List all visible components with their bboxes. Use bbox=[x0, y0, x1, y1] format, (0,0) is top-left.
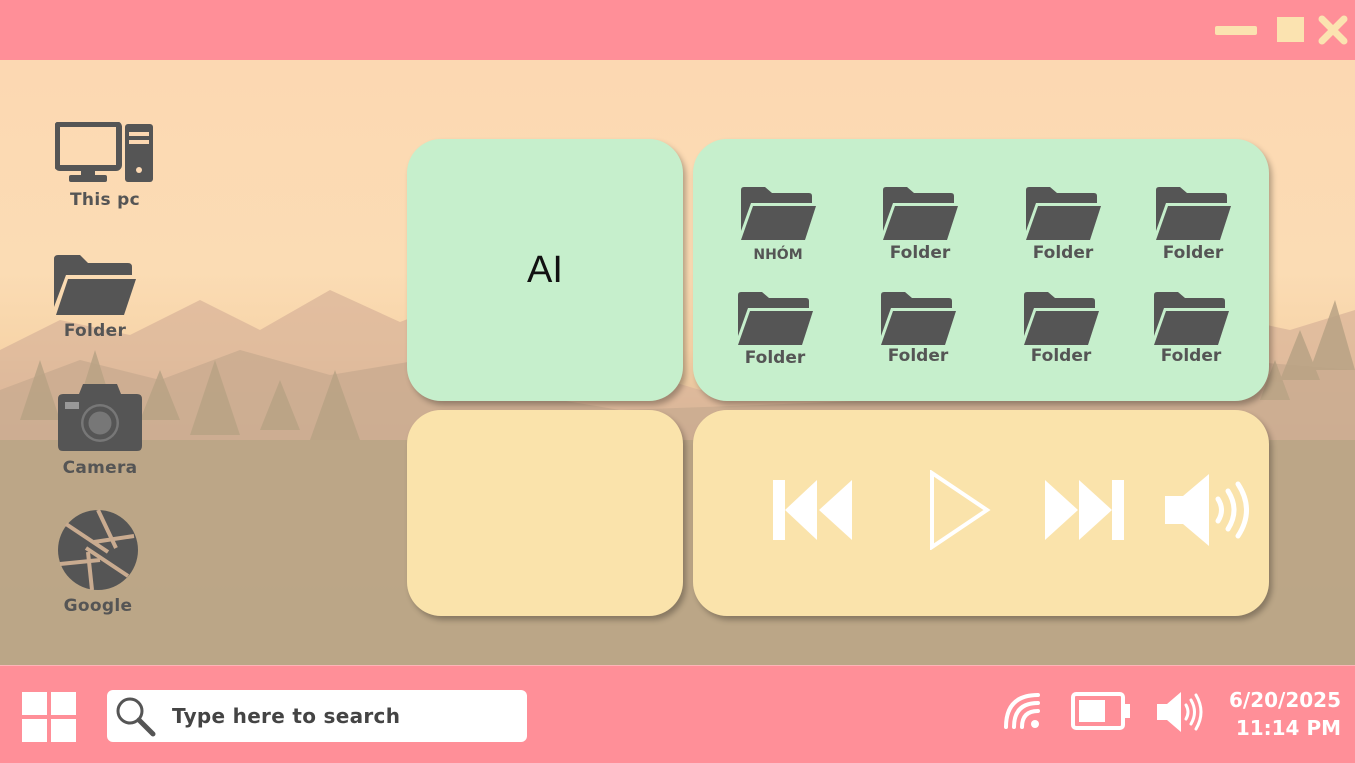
desktop-icon-camera[interactable]: Camera bbox=[40, 382, 160, 478]
folder-icon bbox=[54, 255, 136, 315]
desktop: This pc Folder Camera Google AI NHÓM Fol… bbox=[0, 60, 1355, 665]
search-placeholder: Type here to search bbox=[172, 704, 401, 728]
maximize-icon[interactable] bbox=[1277, 17, 1304, 42]
clock-date: 6/20/2025 bbox=[1228, 688, 1341, 712]
clock[interactable]: 6/20/2025 11:14 PM bbox=[1229, 686, 1341, 742]
folder-label: Folder bbox=[744, 348, 806, 368]
start-icon[interactable] bbox=[22, 692, 76, 742]
battery-icon[interactable] bbox=[1071, 692, 1131, 730]
folders-tile: NHÓM Folder Folder Folder Folder Folder … bbox=[693, 139, 1269, 401]
folder-label: Folder bbox=[1162, 243, 1224, 263]
folder-item[interactable]: Folder bbox=[1006, 290, 1116, 366]
desktop-icon-label: Folder bbox=[63, 321, 127, 341]
folder-icon bbox=[1156, 187, 1231, 240]
desktop-icon-label: This pc bbox=[70, 190, 140, 210]
taskbar: Type here to search 6/20/2025 11:14 PM bbox=[0, 665, 1355, 763]
minimize-icon[interactable] bbox=[1215, 26, 1257, 35]
folder-item[interactable]: Folder bbox=[1138, 185, 1248, 263]
desktop-icon-this-pc[interactable]: This pc bbox=[40, 122, 170, 210]
folder-icon bbox=[881, 292, 956, 345]
desktop-icon-label: Camera bbox=[62, 458, 138, 478]
speaker-icon[interactable] bbox=[1155, 690, 1203, 734]
folder-label: Folder bbox=[1032, 243, 1094, 263]
folder-label: Folder bbox=[1160, 346, 1222, 366]
camera-icon bbox=[58, 384, 142, 451]
folder-icon bbox=[1154, 292, 1229, 345]
ai-tile-label: AI bbox=[527, 248, 563, 291]
search-box[interactable]: Type here to search bbox=[107, 690, 527, 742]
media-player-tile bbox=[693, 410, 1269, 616]
folder-icon bbox=[883, 187, 958, 240]
folder-icon bbox=[1024, 292, 1099, 345]
aperture-icon bbox=[58, 509, 138, 591]
folder-item[interactable]: Folder bbox=[720, 290, 830, 368]
desktop-icon-google[interactable]: Google bbox=[38, 508, 158, 616]
folder-item[interactable]: Folder bbox=[1008, 185, 1118, 263]
folder-icon bbox=[738, 292, 813, 345]
folder-label: NHÓM bbox=[753, 247, 803, 263]
ai-tile[interactable]: AI bbox=[407, 139, 683, 401]
folder-icon bbox=[1026, 187, 1101, 240]
folder-item[interactable]: Folder bbox=[863, 290, 973, 366]
folder-label: Folder bbox=[887, 346, 949, 366]
folder-icon bbox=[741, 187, 816, 240]
desktop-icon-folder[interactable]: Folder bbox=[35, 253, 155, 341]
search-icon bbox=[116, 697, 156, 737]
next-icon[interactable] bbox=[1045, 480, 1125, 540]
folder-item[interactable]: NHÓM bbox=[723, 185, 833, 263]
folder-label: Folder bbox=[1030, 346, 1092, 366]
close-icon[interactable] bbox=[1318, 15, 1348, 45]
folder-label: Folder bbox=[889, 243, 951, 263]
empty-tile[interactable] bbox=[407, 410, 683, 616]
title-bar bbox=[0, 0, 1355, 60]
clock-time: 11:14 PM bbox=[1235, 716, 1341, 740]
folder-item[interactable]: Folder bbox=[865, 185, 975, 263]
previous-icon[interactable] bbox=[773, 480, 853, 540]
folder-item[interactable]: Folder bbox=[1136, 290, 1246, 366]
play-icon[interactable] bbox=[929, 470, 991, 550]
wifi-icon[interactable] bbox=[1002, 691, 1042, 731]
desktop-icon-label: Google bbox=[63, 596, 133, 616]
volume-icon[interactable] bbox=[1163, 472, 1253, 548]
computer-icon bbox=[55, 122, 153, 182]
